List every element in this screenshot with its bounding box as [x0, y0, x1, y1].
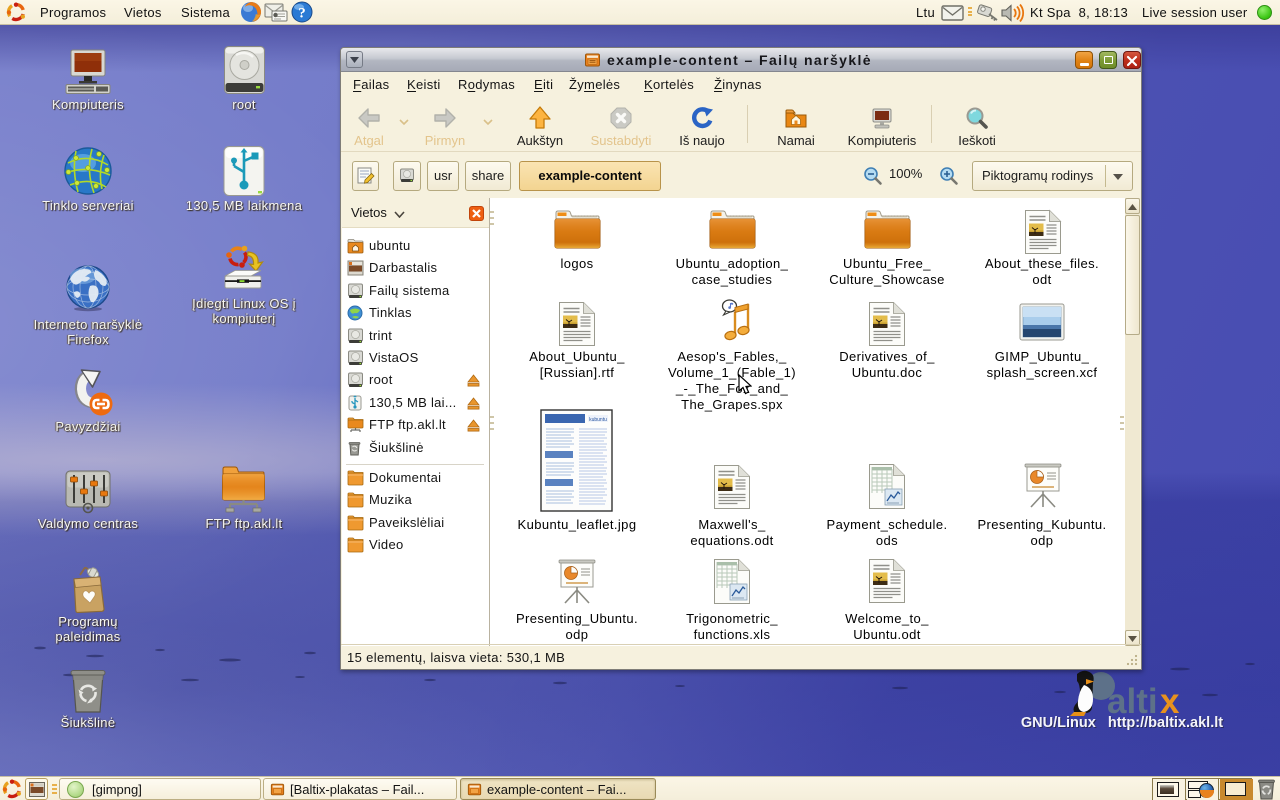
svg-text:GNU/Linux http://baltix.akl.: GNU/Linux http://baltix.akl.lt — [1021, 715, 1223, 730]
svg-text:kubuntu: kubuntu — [589, 417, 607, 423]
svg-text:?: ? — [298, 6, 306, 22]
